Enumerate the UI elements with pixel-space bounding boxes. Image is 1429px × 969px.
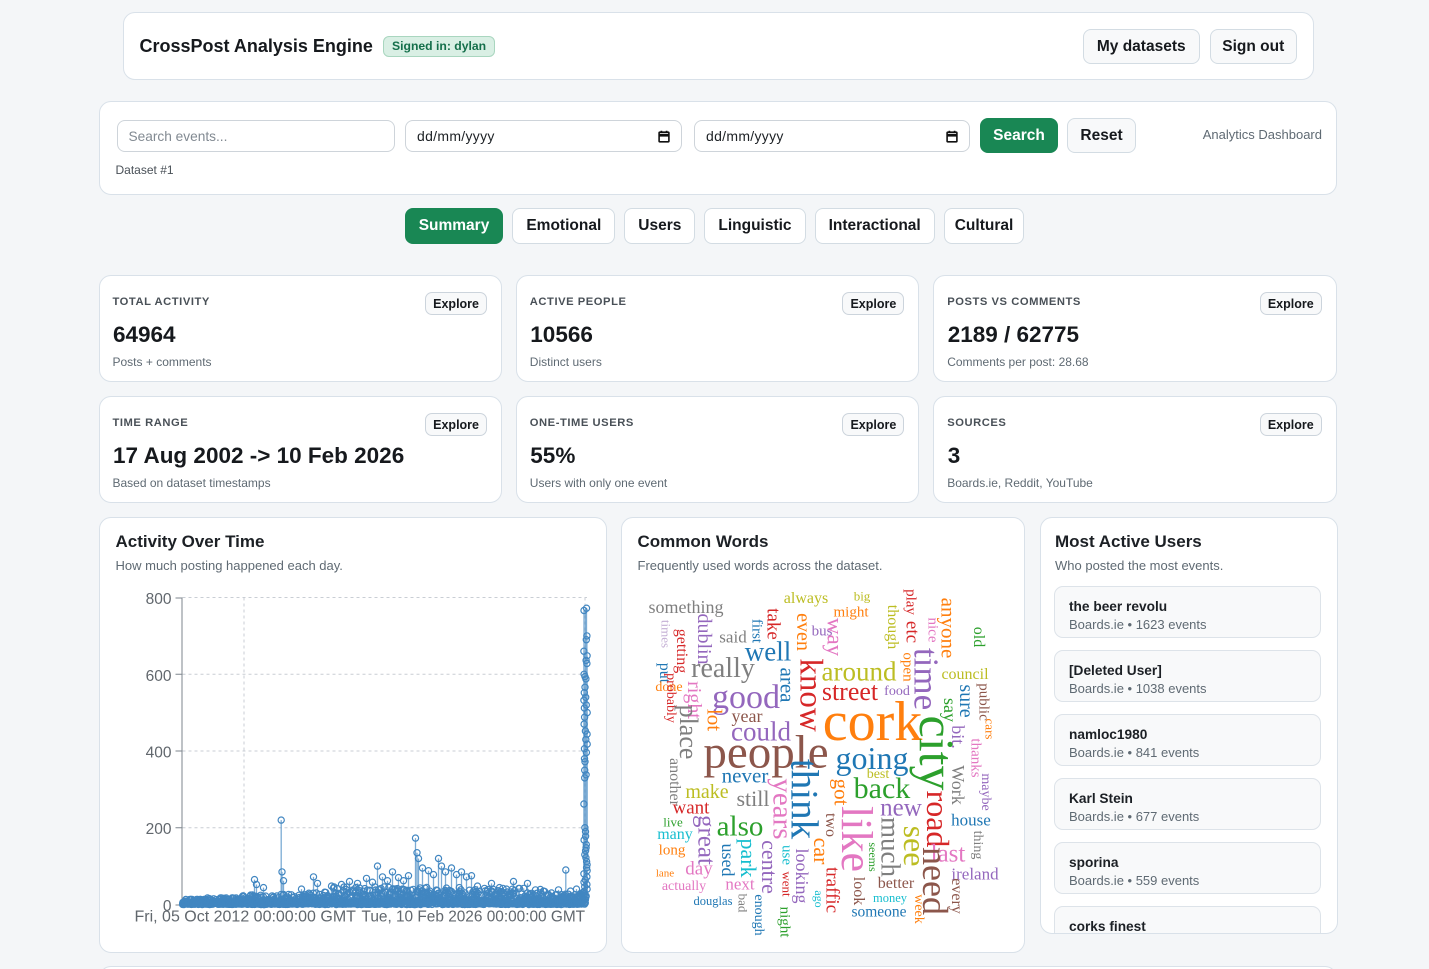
svg-text:200: 200 <box>145 821 171 838</box>
svg-text:Fri, 05 Oct 2012 00:00:00 GMT: Fri, 05 Oct 2012 00:00:00 GMT <box>134 908 356 925</box>
svg-text:600: 600 <box>145 668 171 685</box>
svg-text:800: 800 <box>145 591 171 608</box>
svg-text:Tue, 10 Feb 2026 00:00:00 GMT: Tue, 10 Feb 2026 00:00:00 GMT <box>361 908 585 925</box>
svg-text:400: 400 <box>145 744 171 761</box>
